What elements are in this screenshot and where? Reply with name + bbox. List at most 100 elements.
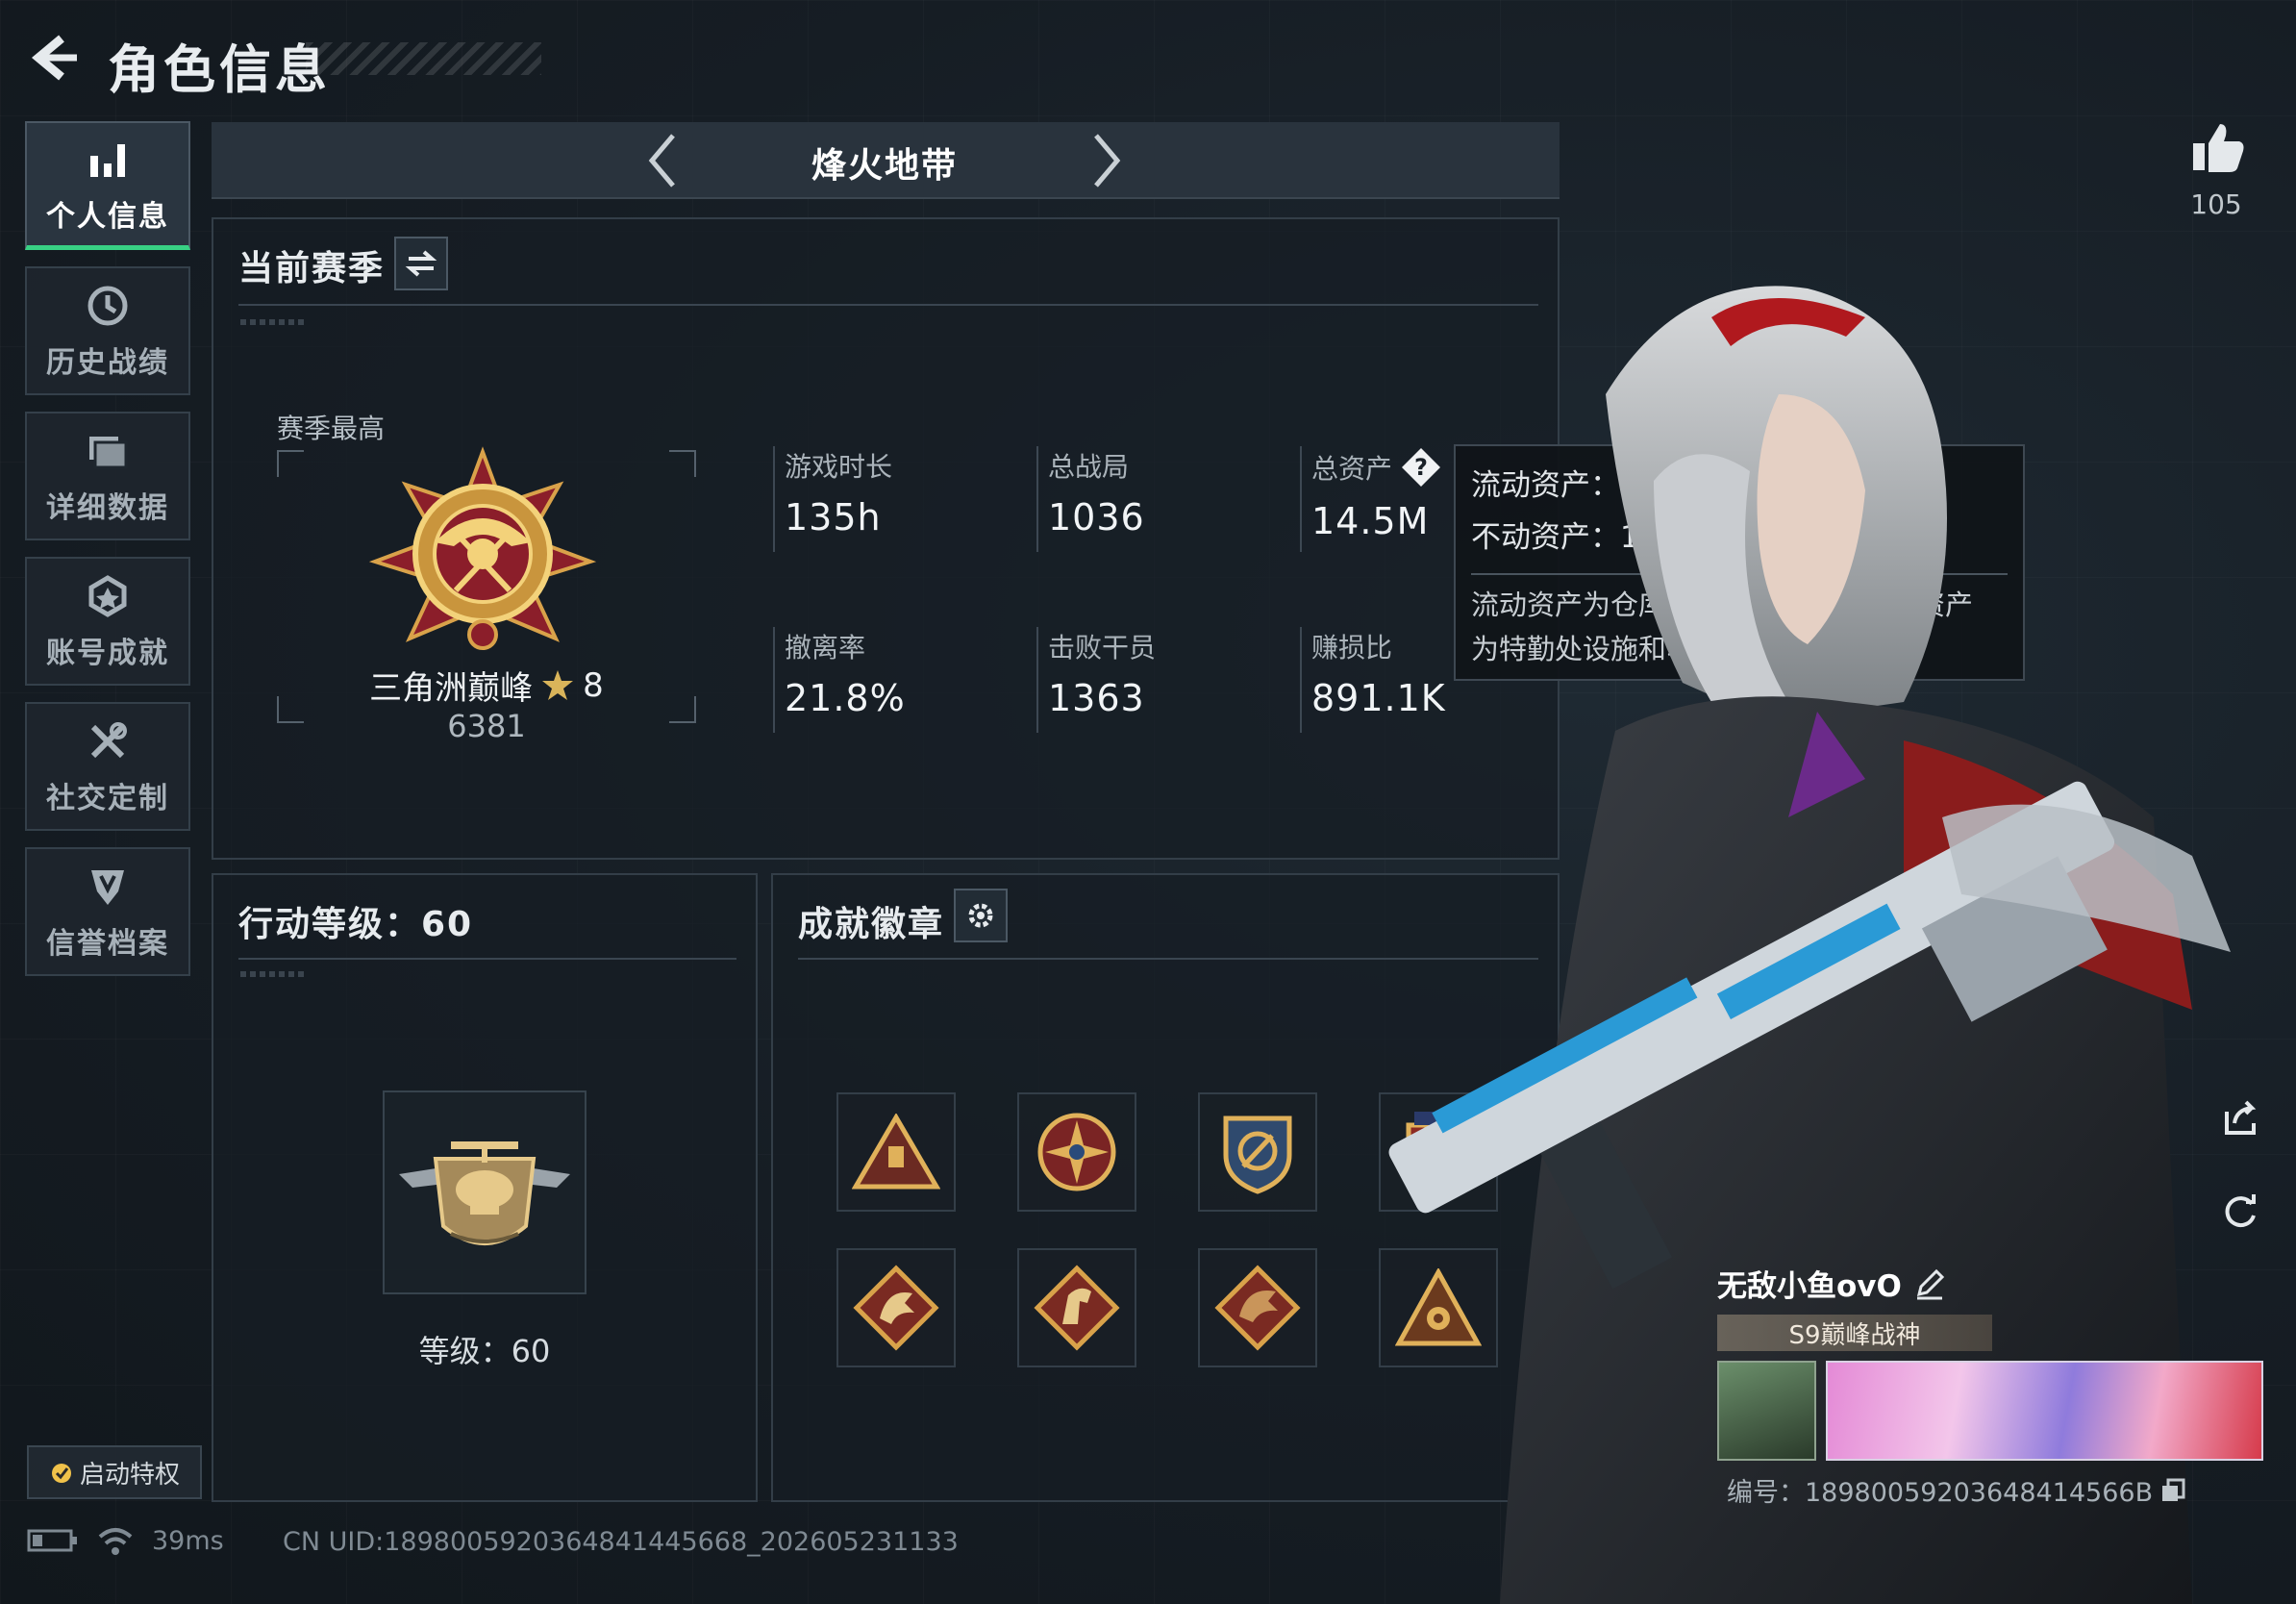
chevron-right-icon xyxy=(1094,134,1121,188)
page-title: 角色信息 xyxy=(108,39,331,100)
status-footer: 39ms xyxy=(27,1525,224,1556)
title-decoration xyxy=(306,42,541,75)
rank-emblem-icon xyxy=(367,446,598,658)
badge-slot[interactable] xyxy=(1198,1092,1317,1212)
rank-stars: 8 xyxy=(583,665,604,705)
sidebar-item-history[interactable]: 历史战绩 xyxy=(25,266,190,395)
mode-tab-bar: 烽火地带 xyxy=(212,122,1560,199)
sidebar-item-social[interactable]: 社交定制 xyxy=(25,702,190,831)
edit-icon[interactable] xyxy=(1913,1267,1946,1300)
history-icon xyxy=(83,281,133,331)
badges-settings-button[interactable] xyxy=(954,889,1008,942)
shield-icon xyxy=(83,862,133,912)
player-name: 无敌小鱼ovO xyxy=(1717,1269,1902,1304)
like-count: 105 xyxy=(2190,188,2242,220)
privilege-label: 启动特权 xyxy=(79,1460,180,1490)
bar-chart-icon xyxy=(83,135,133,185)
stat-extraction-rate: 撤离率 21.8% xyxy=(773,627,906,733)
sidebar-item-label: 历史战绩 xyxy=(46,346,169,380)
copy-icon[interactable] xyxy=(2160,1478,2185,1503)
horse-badge-icon xyxy=(1034,1265,1120,1351)
stat-value: 135h xyxy=(785,496,882,539)
chevron-left-icon xyxy=(648,134,675,188)
stat-value: 1036 xyxy=(1048,496,1145,539)
stat-label: 撤离率 xyxy=(785,632,866,664)
like-button[interactable] xyxy=(2184,113,2252,181)
sidebar-item-personal-info[interactable]: 个人信息 xyxy=(25,121,190,250)
share-button[interactable] xyxy=(2213,1090,2267,1144)
mode-next-button[interactable] xyxy=(1077,132,1135,189)
panel-divider xyxy=(238,304,1538,306)
name-card-image xyxy=(1826,1361,2263,1461)
folder-icon xyxy=(83,426,133,476)
level-emblem-frame xyxy=(383,1090,586,1294)
sidebar-item-detail-data[interactable]: 详细数据 xyxy=(25,412,190,540)
star-icon xyxy=(542,669,574,700)
stat-play-time: 游戏时长 135h xyxy=(773,446,892,552)
privilege-icon xyxy=(51,1464,71,1483)
back-button[interactable] xyxy=(25,29,83,87)
player-id-text: 编号：18980059203648414566B xyxy=(1727,1478,2154,1508)
avatar[interactable] xyxy=(1717,1361,1817,1461)
level-panel: 行动等级：60 等级：60 xyxy=(212,873,758,1502)
mode-tab-current[interactable]: 烽火地带 xyxy=(731,138,1038,188)
thumbs-up-icon xyxy=(2193,124,2244,172)
sidebar-nav: 个人信息 历史战绩 详细数据 账号成就 社交定制 信誉档案 xyxy=(25,121,190,992)
sidebar-item-label: 详细数据 xyxy=(46,491,169,525)
dragon-badge-icon xyxy=(1214,1265,1301,1351)
stat-label: 游戏时长 xyxy=(785,451,893,483)
panel-decoration xyxy=(240,971,308,977)
shield-badge-icon xyxy=(1223,1115,1292,1194)
sidebar-item-achievements[interactable]: 账号成就 xyxy=(25,557,190,686)
pyramid-badge-icon xyxy=(852,1114,940,1190)
season-switch-button[interactable] xyxy=(394,237,448,290)
player-banner xyxy=(1717,1361,2263,1463)
refresh-icon xyxy=(2225,1194,2256,1228)
sidebar-item-label: 账号成就 xyxy=(46,637,169,670)
rank-name: 三角洲巅峰 8 xyxy=(304,662,669,709)
wifi-icon xyxy=(98,1528,133,1555)
season-best-label: 赛季最高 xyxy=(277,413,386,444)
stat-label: 击败干员 xyxy=(1048,632,1157,664)
level-emblem-icon xyxy=(399,1141,570,1245)
gear-icon xyxy=(968,903,993,928)
badge-slot[interactable] xyxy=(836,1248,956,1367)
player-title-badge: S9巅峰战神 xyxy=(1717,1315,1992,1351)
season-panel: 当前赛季 赛季最高 三角洲巅峰 8 6381 游戏时长 135h 总战局 103… xyxy=(212,217,1560,860)
season-panel-title: 当前赛季 xyxy=(238,249,386,288)
back-arrow-icon xyxy=(31,35,77,81)
rank-score: 6381 xyxy=(447,708,526,744)
compass-badge-icon xyxy=(1037,1113,1116,1191)
rotate-button[interactable] xyxy=(2213,1185,2267,1239)
stat-value: 21.8% xyxy=(785,677,906,719)
level-panel-title: 行动等级：60 xyxy=(238,905,474,944)
player-id: 编号：18980059203648414566B xyxy=(1727,1471,2185,1509)
share-icon xyxy=(2225,1100,2257,1135)
badge-slot[interactable] xyxy=(836,1092,956,1212)
dragon-badge-icon xyxy=(853,1265,939,1351)
sidebar-item-label: 信誉档案 xyxy=(46,927,169,961)
rank-name-text: 三角洲巅峰 xyxy=(369,669,534,708)
panel-divider xyxy=(238,958,736,960)
battery-icon xyxy=(27,1529,77,1552)
player-card: 无敌小鱼ovO S9巅峰战神 xyxy=(1717,1262,2263,1463)
stat-kills: 击败干员 1363 xyxy=(1036,627,1156,733)
sidebar-item-credit[interactable]: 信誉档案 xyxy=(25,847,190,976)
badge-slot[interactable] xyxy=(1198,1248,1317,1367)
sidebar-item-label: 个人信息 xyxy=(46,199,169,234)
badge-slot[interactable] xyxy=(1017,1248,1136,1367)
stat-total-matches: 总战局 1036 xyxy=(1036,446,1145,552)
ping-value: 39ms xyxy=(152,1525,224,1556)
swap-icon xyxy=(405,250,437,277)
stat-value: 1363 xyxy=(1048,677,1145,719)
level-text: 等级：60 xyxy=(418,1333,551,1369)
uid-text: CN UID:1898005920364841445668_2026052311… xyxy=(283,1527,959,1557)
achievement-icon xyxy=(83,571,133,621)
sidebar-item-label: 社交定制 xyxy=(46,782,169,815)
privilege-button[interactable]: 启动特权 xyxy=(27,1445,202,1499)
mode-prev-button[interactable] xyxy=(635,132,692,189)
tools-icon xyxy=(83,716,133,766)
panel-decoration xyxy=(240,319,308,325)
badge-slot[interactable] xyxy=(1017,1092,1136,1212)
stat-label: 总战局 xyxy=(1048,451,1130,483)
